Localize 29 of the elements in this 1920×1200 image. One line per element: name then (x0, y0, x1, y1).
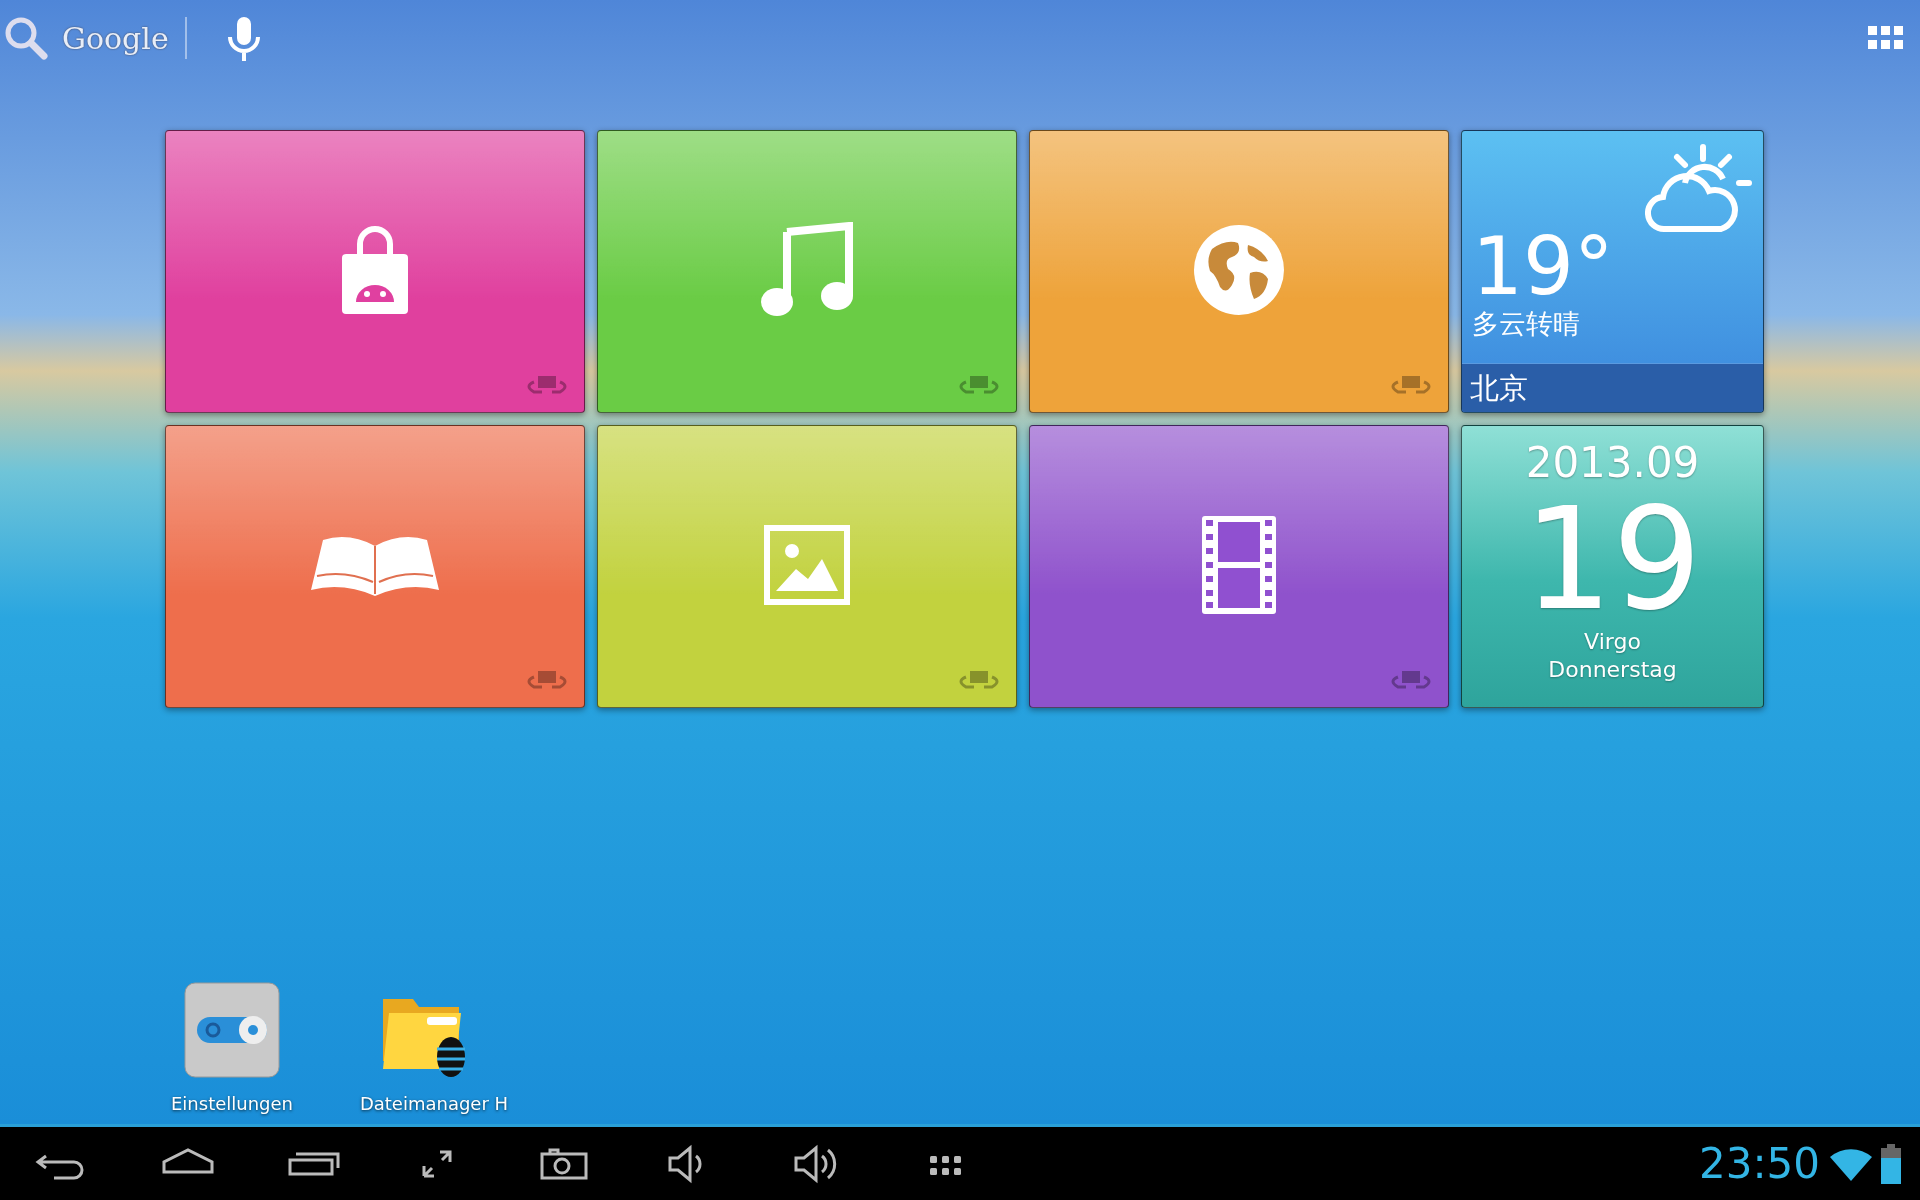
weather-widget[interactable]: 19° 多云转晴 北京 (1461, 130, 1764, 413)
microphone-icon[interactable] (226, 15, 261, 61)
wifi-icon (1830, 1146, 1872, 1181)
weekday: Donnerstag (1548, 656, 1677, 684)
app-tile[interactable] (1029, 425, 1449, 708)
picture-icon (764, 524, 850, 605)
temperature: 19° (1472, 229, 1615, 305)
settings-toggle-icon[interactable] (183, 981, 281, 1079)
app-tile[interactable] (1029, 130, 1449, 413)
app-tile[interactable] (597, 130, 1017, 413)
year-month: 2013.09 (1525, 438, 1700, 488)
shortcut-label[interactable]: Dateimanager H (359, 1093, 509, 1114)
calendar-widget[interactable]: 2013.09 19 Virgo Donnerstag (1461, 425, 1764, 708)
city-name: 北京 (1462, 363, 1763, 412)
music-note-icon (759, 221, 855, 318)
clock[interactable]: 23:50 (1698, 1139, 1820, 1188)
zodiac-sign: Virgo (1584, 628, 1641, 656)
google-logo[interactable]: Google (62, 20, 169, 56)
film-strip-icon (1202, 515, 1276, 614)
weather-condition: 多云转晴 (1472, 307, 1581, 341)
shortcut-label[interactable]: Einstellungen (171, 1093, 293, 1114)
bag-icon (340, 223, 410, 316)
app-tile[interactable] (165, 130, 585, 413)
app-tile[interactable] (597, 425, 1017, 708)
day-number: 19 (1523, 492, 1702, 628)
globe-icon (1192, 222, 1286, 317)
battery-icon (1880, 1143, 1902, 1184)
search-icon[interactable] (4, 16, 48, 60)
app-tile[interactable] (165, 425, 585, 708)
